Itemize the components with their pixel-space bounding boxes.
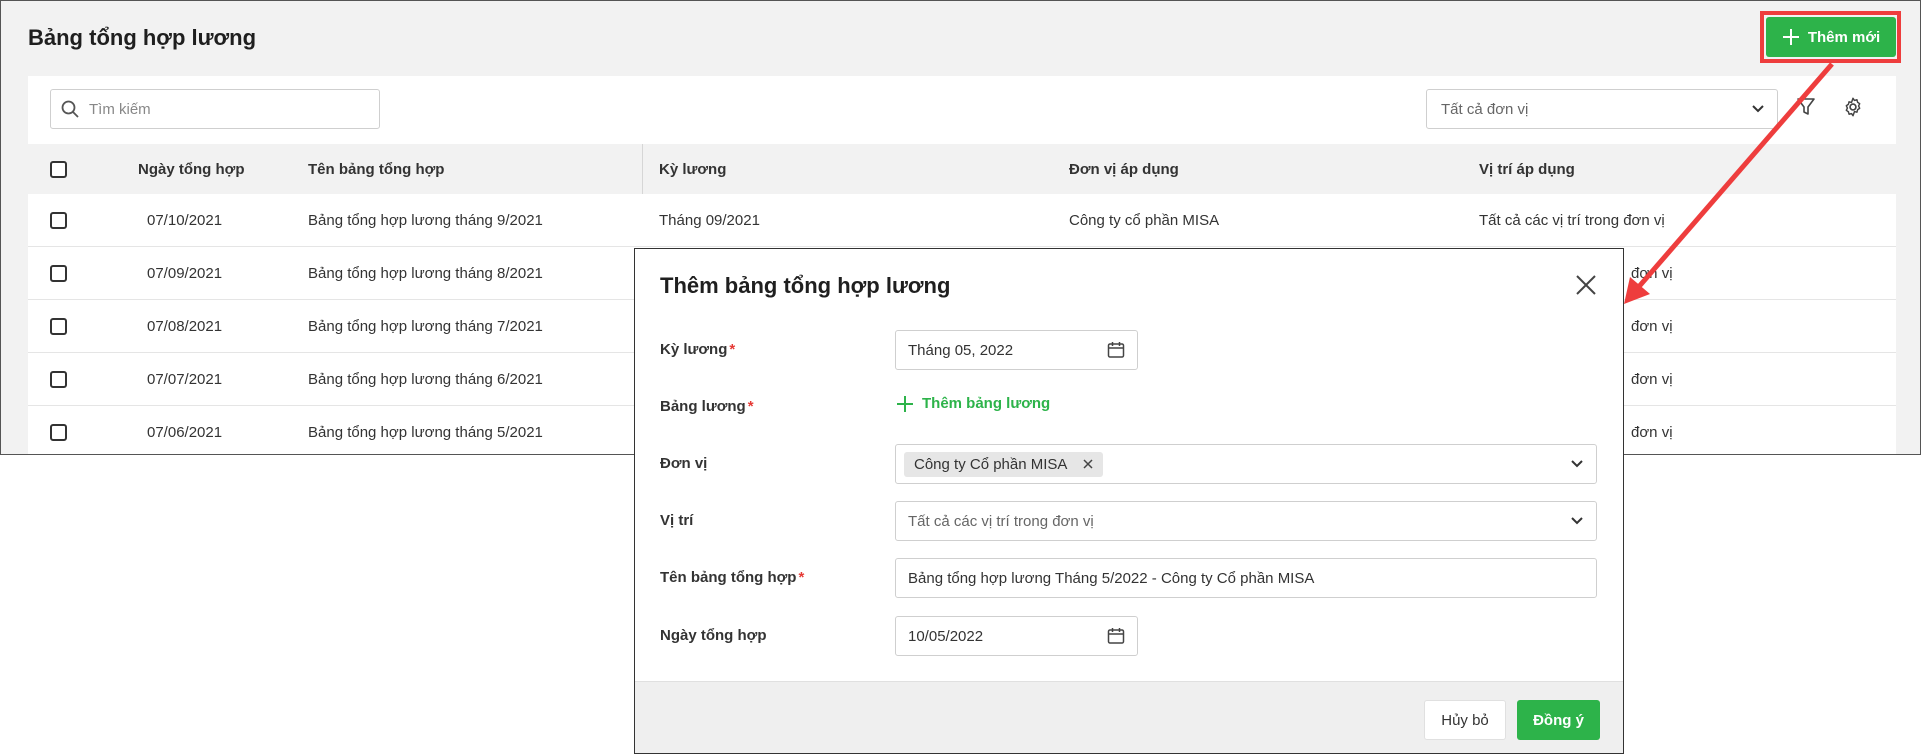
confirm-button[interactable]: Đồng ý (1517, 700, 1600, 740)
table-header: Ngày tổng hợp Tên bảng tổng hợp Kỳ lương… (28, 144, 1896, 194)
table-row[interactable]: 07/10/2021 Bảng tổng hợp lương tháng 9/2… (28, 194, 1896, 247)
row-checkbox[interactable] (50, 406, 67, 454)
row-checkbox[interactable] (50, 300, 67, 353)
summary-date-value: 10/05/2022 (908, 627, 984, 645)
salary-table-label: Bảng lương * (660, 398, 754, 415)
cell-date: 07/07/2021 (147, 371, 223, 388)
summary-date-label: Ngày tổng hợp (660, 627, 767, 644)
calendar-icon[interactable] (1107, 627, 1125, 645)
cell-name: Bảng tổng hợp lương tháng 5/2021 (308, 424, 543, 441)
add-salary-table-label: Thêm bảng lương (922, 395, 1051, 412)
cell-name: Bảng tổng hợp lương tháng 6/2021 (308, 371, 543, 388)
search-placeholder: Tìm kiếm (89, 100, 151, 118)
summary-name-input[interactable]: Bảng tổng hợp lương Tháng 5/2022 - Công … (895, 558, 1597, 598)
cell-position: đơn vị (1631, 424, 1673, 441)
cell-date: 07/08/2021 (147, 318, 223, 335)
unit-filter-select[interactable]: Tất cả đơn vị (1426, 89, 1778, 129)
search-icon (61, 100, 79, 118)
unit-label: Đơn vị (660, 455, 708, 472)
summary-name-value: Bảng tổng hợp lương Tháng 5/2022 - Công … (908, 569, 1315, 587)
cell-name: Bảng tổng hợp lương tháng 9/2021 (308, 212, 543, 229)
period-label: Kỳ lương * (660, 341, 736, 358)
header-period[interactable]: Kỳ lương (659, 144, 726, 194)
select-all-checkbox[interactable] (50, 144, 67, 194)
chevron-down-icon[interactable] (1570, 516, 1584, 526)
cell-date: 07/10/2021 (147, 212, 223, 229)
cell-unit: Công ty cổ phần MISA (1069, 212, 1220, 229)
position-label: Vị trí (660, 512, 694, 529)
dialog-footer: Hủy bỏ Đồng ý (635, 681, 1623, 753)
chevron-down-icon[interactable] (1570, 459, 1584, 469)
header-summary-name[interactable]: Tên bảng tổng hợp (308, 144, 444, 194)
chevron-down-icon (1752, 105, 1764, 113)
summary-name-label: Tên bảng tổng hợp * (660, 569, 805, 586)
cancel-button[interactable]: Hủy bỏ (1424, 700, 1506, 740)
position-select[interactable]: Tất cả các vị trí trong đơn vị (895, 501, 1597, 541)
unit-tag: Công ty Cổ phần MISA (904, 451, 1104, 477)
calendar-icon[interactable] (1107, 341, 1125, 359)
period-value: Tháng 05, 2022 (908, 341, 1014, 359)
filter-icon[interactable] (1796, 97, 1816, 117)
plus-icon (897, 395, 913, 412)
dialog-title: Thêm bảng tổng hợp lương (660, 273, 951, 298)
cell-name: Bảng tổng hợp lương tháng 8/2021 (308, 265, 543, 282)
cell-date: 07/09/2021 (147, 265, 223, 282)
gear-icon[interactable] (1842, 96, 1864, 118)
highlight-annotation (1760, 11, 1901, 63)
period-picker[interactable]: Tháng 05, 2022 (895, 330, 1138, 370)
cell-period: Tháng 09/2021 (659, 212, 760, 229)
row-checkbox[interactable] (50, 247, 67, 300)
summary-date-picker[interactable]: 10/05/2022 (895, 616, 1138, 656)
remove-tag-icon[interactable] (1083, 459, 1093, 469)
row-checkbox[interactable] (50, 194, 67, 247)
header-unit[interactable]: Đơn vị áp dụng (1069, 144, 1179, 194)
header-position[interactable]: Vị trí áp dụng (1479, 144, 1575, 194)
cell-position: đơn vị (1631, 318, 1673, 335)
cell-position: Tất cả các vị trí trong đơn vị (1479, 212, 1665, 229)
cell-name: Bảng tổng hợp lương tháng 7/2021 (308, 318, 543, 335)
unit-filter-value: Tất cả đơn vị (1441, 100, 1529, 118)
column-divider (642, 144, 643, 194)
row-checkbox[interactable] (50, 353, 67, 406)
cell-date: 07/06/2021 (147, 424, 223, 441)
unit-multiselect[interactable]: Công ty Cổ phần MISA (895, 444, 1597, 484)
add-salary-table-link[interactable]: Thêm bảng lương (897, 395, 1050, 412)
header-summary-date[interactable]: Ngày tổng hợp (138, 144, 245, 194)
search-input[interactable]: Tìm kiếm (50, 89, 380, 129)
cell-position: đơn vị (1631, 265, 1673, 282)
cell-position: đơn vị (1631, 371, 1673, 388)
position-value: Tất cả các vị trí trong đơn vị (908, 512, 1094, 530)
close-icon[interactable] (1574, 273, 1598, 297)
add-salary-summary-dialog: Thêm bảng tổng hợp lương Kỳ lương * Tháng… (634, 248, 1624, 754)
unit-tag-label: Công ty Cổ phần MISA (914, 455, 1068, 473)
page-title: Bảng tổng hợp lương (28, 25, 257, 50)
